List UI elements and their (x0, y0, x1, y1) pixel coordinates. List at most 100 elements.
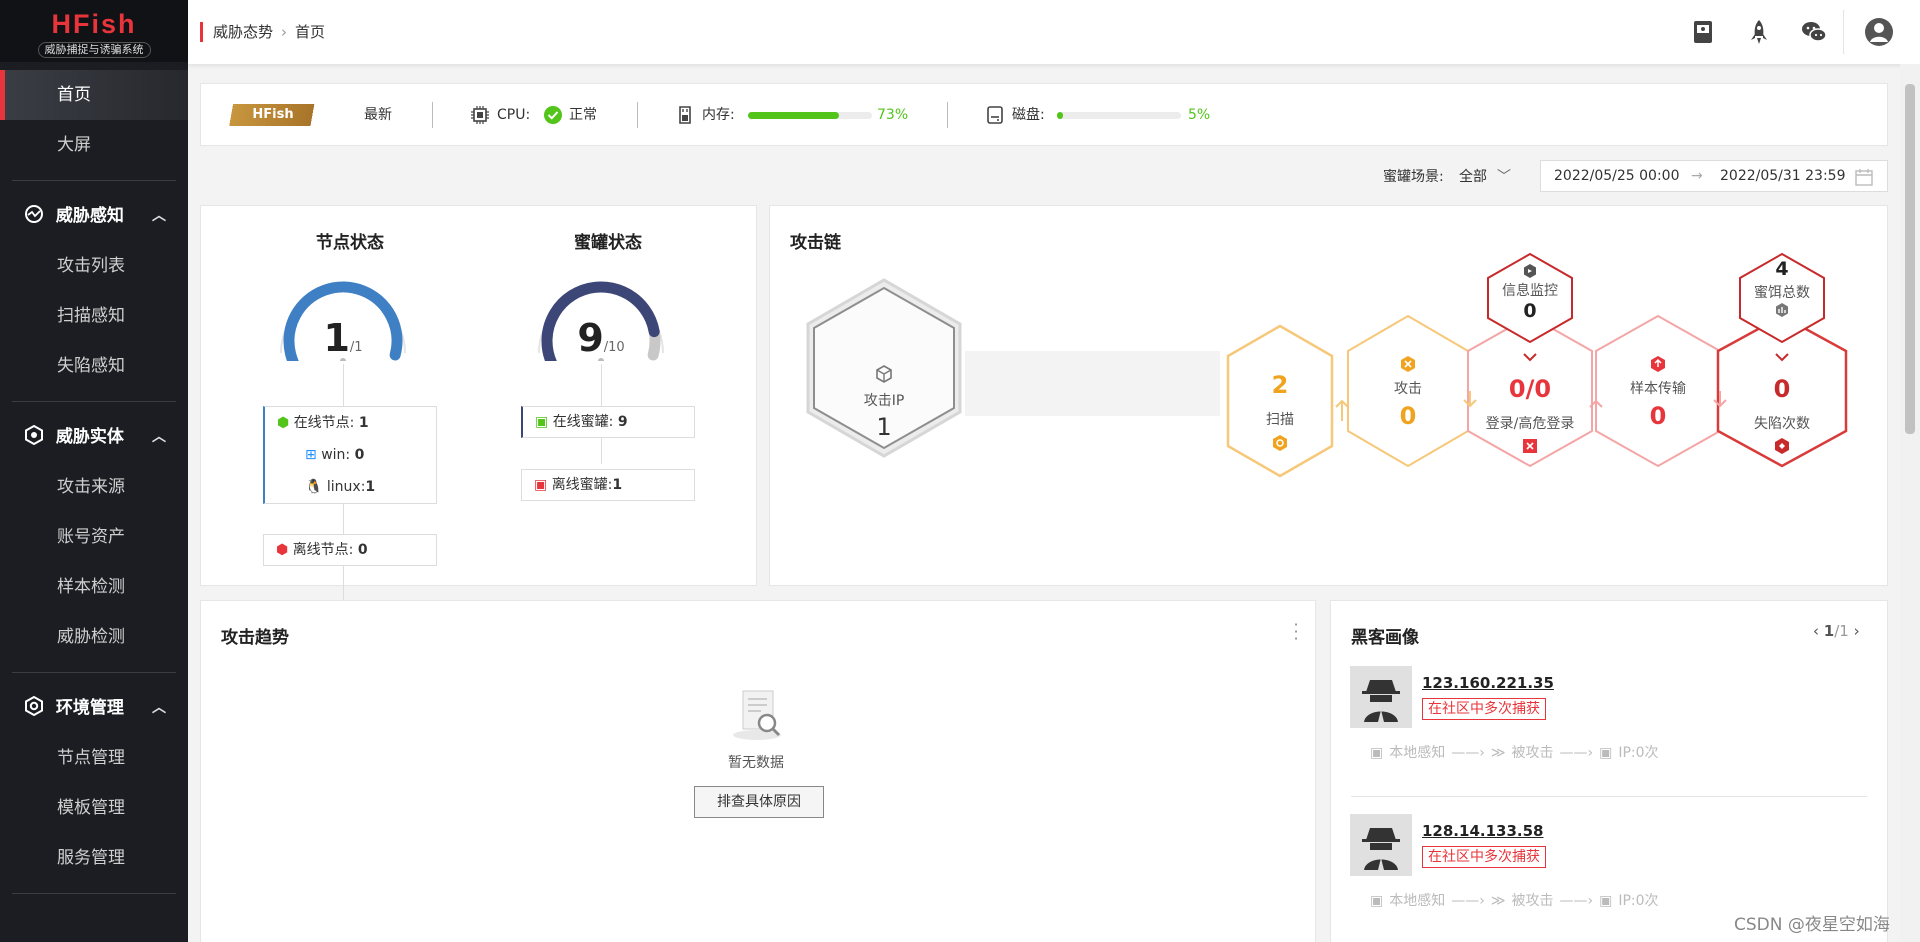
chain-arrow: ——› (1559, 893, 1594, 909)
linux-count: 1 (365, 479, 376, 495)
breadcrumb-item-threat-overview[interactable]: 威胁态势 (213, 23, 273, 41)
top-header: 威胁态势 › 首页 (188, 0, 1920, 64)
page-scrollbar[interactable] (1900, 64, 1920, 942)
sample-value[interactable]: 0 (1608, 402, 1708, 430)
compromise-value[interactable]: 0 (1732, 375, 1832, 403)
date-range-picker[interactable]: 2022/05/25 00:00 → 2022/05/31 23:59 (1540, 160, 1888, 192)
hacker-ip-link[interactable]: 128.14.133.58 (1422, 822, 1543, 840)
cpu-label: CPU: (497, 107, 531, 123)
memory-progress-fill (748, 112, 839, 119)
date-start[interactable]: 2022/05/25 00:00 (1554, 161, 1680, 191)
attack-value[interactable]: 0 (1358, 402, 1458, 430)
hacker-avatar (1350, 666, 1412, 728)
sidebar-item-attack-list[interactable]: 攻击列表 (0, 241, 188, 291)
online-nodes-box: ⬢ 在线节点: 1 ⊞ win: 0 🐧 linux:1 (263, 406, 437, 504)
chain-step: 本地感知 (1389, 745, 1446, 761)
sidebar-item-service-management[interactable]: 服务管理 (0, 833, 188, 883)
online-nodes-row: ⬢ 在线节点: 1 (277, 412, 369, 434)
list-divider (1351, 796, 1867, 797)
node-online-count: 1 (323, 316, 350, 360)
sidebar-item-threat-detection[interactable]: 威胁检测 (0, 612, 188, 662)
sidebar-item-sample-detection[interactable]: 样本检测 (0, 562, 188, 612)
scan-value[interactable]: 2 (1230, 371, 1330, 399)
memory-icon (679, 106, 691, 124)
hacker-avatar (1350, 814, 1412, 876)
no-data-icon (733, 690, 781, 740)
sample-transfer-icon (1651, 356, 1665, 372)
scene-filter-select[interactable]: 全部 ﹀ (1459, 166, 1511, 186)
sidebar-item-attack-source[interactable]: 攻击来源 (0, 462, 188, 512)
hacker-chain: ▣ 本地感知 ——› ≫ 被攻击 ——› ▣ IP:0次 (1370, 890, 1665, 910)
troubleshoot-button[interactable]: 排查具体原因 (694, 786, 824, 818)
chain-arrow: ——› (1451, 745, 1485, 761)
sidebar-item-account-assets[interactable]: 账号资产 (0, 512, 188, 562)
chevron-up-icon[interactable]: ︿ (152, 191, 166, 241)
hacker-spy-icon (1362, 680, 1400, 722)
honeypot-total-count: /10 (603, 340, 625, 355)
disk-percent: 5% (1188, 107, 1211, 123)
bait-label: 蜜饵总数 (1754, 285, 1810, 301)
calendar-icon[interactable] (1855, 168, 1873, 186)
chevron-down-icon: ﹀ (1497, 169, 1511, 185)
sidebar-item-node-management[interactable]: 节点管理 (0, 733, 188, 783)
online-honeypots-label: 在线蜜罐: (552, 414, 618, 430)
chain-step: IP:0次 (1618, 745, 1659, 761)
disk-icon (987, 106, 1003, 124)
sidebar-divider (12, 401, 176, 402)
sidebar-group-label: 威胁感知 (55, 206, 124, 226)
sidebar-item-template-management[interactable]: 模板管理 (0, 783, 188, 833)
login-alert-icon (1523, 439, 1537, 453)
sidebar-item-compromise-perception[interactable]: 失陷感知 (0, 341, 188, 391)
sample-label: 样本传输 (1630, 381, 1686, 397)
login-value[interactable]: 0/0 (1470, 375, 1590, 403)
memory-progress-bar (748, 112, 872, 119)
disk-progress-bar (1057, 112, 1181, 119)
chevron-up-icon[interactable]: ︿ (152, 412, 166, 462)
disk-progress-fill (1057, 112, 1064, 119)
chain-step: IP:0次 (1618, 893, 1659, 909)
scan-icon (1273, 435, 1287, 451)
cpu-status: 正常 (569, 107, 597, 123)
login-label: 登录/高危登录 (1485, 416, 1575, 432)
prev-page-icon[interactable]: ‹ (1813, 622, 1819, 640)
user-avatar-icon[interactable] (1863, 16, 1895, 48)
node-honeypot-status-card: 节点状态 蜜罐状态 1/1 9/10 ⬢ 在线节点: 1 ⊞ win: 0 🐧 … (200, 205, 757, 614)
sidebar-group-env-management[interactable]: 环境管理 ︿ (0, 683, 188, 733)
attack-ip-value[interactable]: 1 (824, 413, 944, 441)
wechat-icon[interactable] (1798, 16, 1830, 48)
sidebar-item-home[interactable]: 首页 (0, 70, 188, 120)
ip-icon: ▣ (1599, 893, 1613, 909)
attacked-icon: ≫ (1490, 745, 1506, 761)
offline-nodes-count: 0 (357, 542, 368, 558)
scrollbar-thumb[interactable] (1905, 84, 1915, 434)
chain-arrow: ——› (1451, 893, 1485, 909)
sidebar-group-threat-perception[interactable]: 威胁感知 ︿ (0, 191, 188, 241)
sidebar-group-label: 环境管理 (55, 698, 124, 718)
memory-label: 内存: (702, 107, 735, 123)
sidebar-item-bigscreen[interactable]: 大屏 (0, 120, 188, 170)
scan-label: 扫描 (1266, 412, 1294, 428)
monitor-value[interactable]: 0 (1480, 300, 1580, 322)
online-honeypots-row: ▣ 在线蜜罐: 9 (535, 411, 628, 433)
bait-value[interactable]: 4 (1732, 258, 1832, 280)
rocket-icon[interactable] (1743, 16, 1775, 48)
honeypot-status-title: 蜜罐状态 (574, 233, 642, 253)
logo-subtitle: 威胁捕捉与诱骗系统 (37, 42, 151, 58)
sidebar-item-scan-perception[interactable]: 扫描感知 (0, 291, 188, 341)
offline-nodes-box: ⬢ 离线节点: 0 (263, 534, 437, 566)
sidebar-group-threat-entity[interactable]: 威胁实体 ︿ (0, 412, 188, 462)
next-page-icon[interactable]: › (1854, 622, 1860, 640)
online-honeypots-count: 9 (617, 414, 628, 430)
more-options-icon[interactable]: · · · (1291, 617, 1301, 647)
linux-nodes-row: 🐧 linux:1 (305, 476, 375, 498)
hacker-ip-link[interactable]: 123.160.221.35 (1422, 674, 1554, 692)
chevron-up-icon[interactable]: ︿ (152, 683, 166, 733)
local-perception-icon: ▣ (1370, 893, 1384, 909)
document-icon[interactable] (1687, 16, 1719, 48)
logo[interactable]: HFish 威胁捕捉与诱骗系统 (0, 0, 188, 62)
honeypot-offline-icon: ▣ (534, 477, 548, 493)
disk-label: 磁盘: (1012, 107, 1045, 123)
date-end[interactable]: 2022/05/31 23:59 (1720, 161, 1846, 191)
status-separator (432, 102, 433, 128)
header-divider (1843, 10, 1844, 54)
